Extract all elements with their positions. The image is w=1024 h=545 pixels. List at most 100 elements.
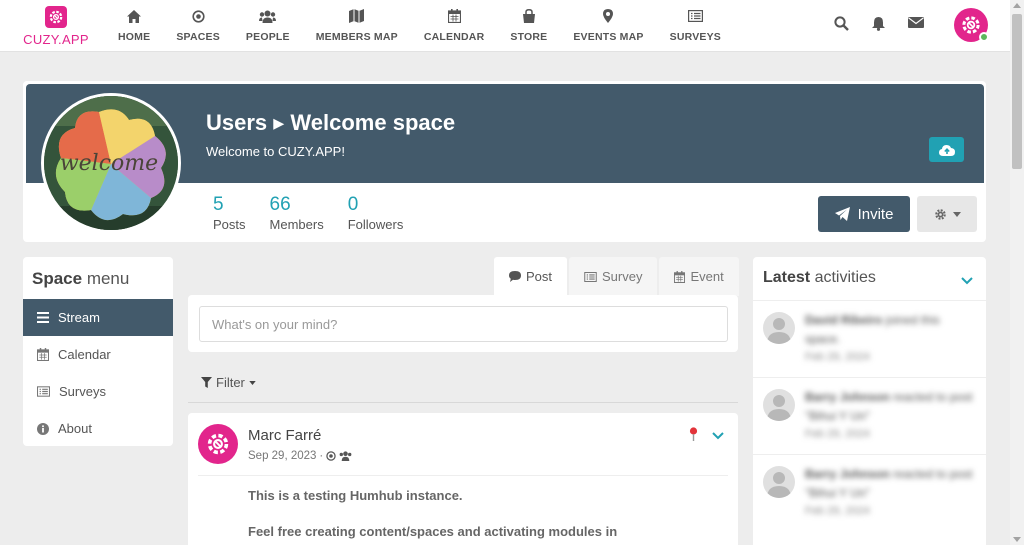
- meta-separator: ·: [319, 450, 324, 462]
- calendar-icon: [37, 348, 49, 361]
- search-icon[interactable]: [834, 16, 849, 34]
- scroll-down-arrow-icon[interactable]: [1013, 537, 1021, 542]
- caret-down-icon: [952, 211, 961, 217]
- tab-post[interactable]: Post: [494, 257, 568, 296]
- space-menu-title-bold: Space: [32, 269, 83, 288]
- activity-avatar: [763, 312, 795, 344]
- logo-gear-icon: [45, 6, 67, 28]
- post-author-name[interactable]: Marc Farré: [248, 427, 321, 444]
- space-menu-title-rest: menu: [82, 269, 130, 288]
- paper-plane-icon: [834, 207, 850, 221]
- composer-tabs: Post Survey Event: [494, 257, 739, 296]
- filter-icon: [201, 377, 212, 388]
- post-author-avatar[interactable]: [198, 424, 238, 464]
- nav-store[interactable]: STORE: [497, 8, 560, 43]
- invite-button[interactable]: Invite: [818, 196, 910, 232]
- menu-item-calendar-label: Calendar: [58, 347, 111, 362]
- avatar-gear-icon: [207, 433, 229, 455]
- activities-collapse-chevron-icon[interactable]: [961, 273, 973, 288]
- cloud-upload-icon: [938, 144, 955, 156]
- menu-item-surveys[interactable]: Surveys: [23, 373, 173, 410]
- activity-item[interactable]: David Ribeiro joined this space. Feb 29,…: [753, 300, 986, 377]
- avatar-gear-icon: [962, 16, 980, 34]
- menu-item-about[interactable]: About: [23, 410, 173, 447]
- caret-down-icon: [249, 380, 256, 385]
- invite-button-label: Invite: [857, 205, 894, 223]
- nav-home[interactable]: HOME: [105, 8, 163, 43]
- nav-home-label: HOME: [118, 31, 151, 43]
- post-input[interactable]: [199, 306, 728, 342]
- comment-icon: [509, 271, 521, 282]
- stat-members-value: 66: [269, 194, 291, 215]
- menu-item-stream[interactable]: Stream: [23, 299, 173, 336]
- menu-item-stream-label: Stream: [58, 310, 100, 325]
- nav-members-map[interactable]: MEMBERS MAP: [303, 8, 411, 43]
- upload-banner-button[interactable]: [929, 137, 964, 162]
- activity-avatar: [763, 466, 795, 498]
- envelope-icon[interactable]: [908, 16, 924, 34]
- home-icon: [118, 8, 150, 24]
- stat-posts[interactable]: 5 Posts: [213, 194, 246, 232]
- activity-time: Feb 29, 2024: [805, 351, 870, 363]
- map-marker-icon: [573, 8, 643, 24]
- stat-members-label: Members: [269, 217, 324, 232]
- latest-activities-title-rest: activities: [810, 269, 876, 286]
- stat-members[interactable]: 66 Members: [270, 194, 324, 232]
- post-body-line-2: Feel free creating content/spaces and ac…: [248, 524, 618, 539]
- pin-icon[interactable]: [688, 427, 699, 444]
- space-title: Users ▸ Welcome space: [206, 110, 456, 135]
- nav-events-map[interactable]: EVENTS MAP: [560, 8, 656, 43]
- brand-logo[interactable]: CUZY.APP: [22, 6, 90, 47]
- space-menu-title: Space menu: [23, 257, 173, 299]
- list-alt-icon: [584, 271, 597, 282]
- tab-survey-label: Survey: [602, 269, 643, 284]
- stat-followers-value: 0: [347, 194, 359, 215]
- space-description: Welcome to CUZY.APP!: [206, 144, 345, 159]
- space-image[interactable]: welcome: [41, 93, 181, 233]
- shopping-bag-icon: [510, 8, 547, 24]
- users-icon: [246, 8, 290, 24]
- latest-activities-title-bold: Latest: [763, 269, 811, 286]
- nav-people[interactable]: PEOPLE: [233, 8, 303, 43]
- menu-item-calendar[interactable]: Calendar: [23, 336, 173, 373]
- tab-survey[interactable]: Survey: [569, 257, 658, 296]
- activity-user: Barry Johnson: [805, 467, 890, 481]
- activity-time: Feb 29, 2024: [805, 505, 870, 517]
- top-actions: [834, 16, 924, 34]
- space-stats: 5 Posts 66 Members 0 Followers: [213, 194, 403, 232]
- post-menu-chevron-down-icon[interactable]: [712, 428, 724, 443]
- stat-followers[interactable]: 0 Followers: [348, 194, 404, 232]
- menu-item-surveys-label: Surveys: [59, 384, 106, 399]
- nav-events-map-label: EVENTS MAP: [573, 31, 644, 43]
- welcome-sign-text: welcome: [60, 151, 158, 176]
- space-settings-button[interactable]: [917, 196, 977, 232]
- nav-spaces-label: SPACES: [176, 31, 220, 43]
- menu-item-about-label: About: [58, 421, 92, 436]
- main-nav: HOME SPACES PEOPLE MEMBERS MAP CALENDAR …: [105, 8, 734, 43]
- activity-user: Barry Johnson: [805, 390, 890, 404]
- post-date[interactable]: Sep 29, 2023: [248, 450, 316, 462]
- activity-item[interactable]: Barry Johnson reacted to post "Bihui Y U…: [753, 377, 986, 454]
- activity-item[interactable]: Barry Johnson reacted to post "Bihui Y U…: [753, 454, 986, 531]
- list-alt-icon: [670, 8, 721, 24]
- stream-filter[interactable]: Filter: [201, 375, 256, 390]
- activity-text: David Ribeiro joined this space.: [805, 311, 975, 349]
- scroll-up-arrow-icon[interactable]: [1013, 3, 1021, 8]
- stat-posts-value: 5: [213, 194, 224, 215]
- filter-divider: [188, 402, 738, 403]
- bell-icon[interactable]: [871, 16, 886, 34]
- nav-surveys[interactable]: SURVEYS: [657, 8, 734, 43]
- nav-calendar[interactable]: CALENDAR: [411, 8, 498, 43]
- calendar-icon: [674, 270, 686, 283]
- nav-members-map-label: MEMBERS MAP: [315, 31, 398, 43]
- activity-text: Barry Johnson reacted to post "Bihui Y U…: [805, 388, 975, 426]
- bars-icon: [37, 312, 49, 323]
- welcome-sign-image: welcome: [44, 96, 178, 230]
- tab-post-label: Post: [526, 269, 553, 284]
- list-alt-icon: [37, 386, 50, 397]
- stat-posts-label: Posts: [213, 217, 246, 232]
- scrollbar-thumb[interactable]: [1012, 14, 1022, 169]
- tab-event[interactable]: Event: [659, 257, 739, 296]
- nav-spaces[interactable]: SPACES: [163, 8, 233, 43]
- nav-store-label: STORE: [510, 31, 548, 43]
